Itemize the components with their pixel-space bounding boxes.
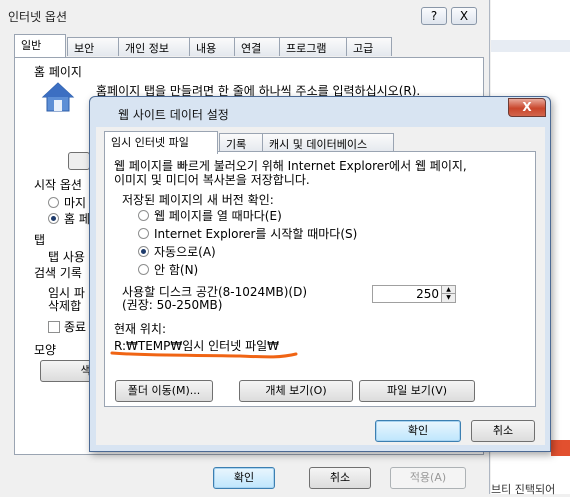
startup-option-label: 홈 페 — [64, 212, 90, 226]
radio-label: 자동으로(A) — [154, 245, 216, 259]
apply-button[interactable]: 적용(A) — [390, 467, 466, 489]
tab-content[interactable]: 내용 — [189, 37, 235, 56]
window-title: 인터넷 옵션 — [8, 10, 68, 24]
tabs-group-label: 탭 — [34, 233, 46, 247]
radio-label: Internet Explorer를 시작할 때마다(S) — [154, 227, 358, 241]
highlight-underline — [110, 351, 298, 359]
dialog-tab-bar: 임시 인터넷 파일 기록 캐시 및 데이터베이스 — [104, 131, 534, 154]
dialog-title: 웹 사이트 데이터 설정 — [118, 108, 229, 122]
radio-never[interactable] — [138, 264, 149, 275]
tab-caches-databases[interactable]: 캐시 및 데이터베이스 — [262, 133, 394, 152]
tab-general[interactable]: 일반 — [14, 34, 66, 57]
truncated-text: 브티 진택되어 — [491, 483, 556, 496]
tab-bar: 일반 보안 개인 정보 내용 연결 프로그램 고급 — [14, 34, 484, 58]
disk-space-value: 250 — [416, 287, 439, 301]
history-group-label: 검색 기록 — [34, 266, 82, 280]
spinner-down-icon[interactable]: ▼ — [441, 294, 455, 302]
delete-on-exit-checkbox[interactable] — [48, 321, 60, 333]
startup-radio-last[interactable] — [48, 197, 59, 208]
dialog-ok-button[interactable]: 확인 — [375, 420, 461, 442]
startup-option-label: 마지 — [64, 196, 87, 210]
background-strip — [491, 40, 570, 52]
radio-every-visit[interactable] — [138, 210, 149, 221]
radio-label: 웹 페이지를 열 때마다(E) — [154, 209, 282, 223]
temp-files-panel — [104, 151, 536, 407]
tab-history[interactable]: 기록 — [219, 133, 263, 152]
tab-temporary-internet-files[interactable]: 임시 인터넷 파일 — [104, 131, 218, 154]
dialog-body: 임시 인터넷 파일 기록 캐시 및 데이터베이스 웹 페이지를 빠르게 불러오기… — [96, 127, 545, 445]
current-location-label: 현재 위치: — [114, 322, 167, 336]
tab-security[interactable]: 보안 — [67, 37, 119, 56]
move-folder-button[interactable]: 폴더 이동(M)... — [115, 380, 213, 402]
delete-on-exit-label: 종료 — [64, 320, 87, 334]
cancel-button[interactable]: 취소 — [309, 467, 371, 489]
close-button[interactable]: X — [451, 7, 477, 25]
website-data-settings-dialog: 웹 사이트 데이터 설정 X 임시 인터넷 파일 기록 캐시 및 데이터베이스 … — [89, 96, 551, 452]
history-description: 삭제합 — [48, 299, 82, 313]
home-icon — [40, 80, 76, 114]
dialog-cancel-button[interactable]: 취소 — [471, 420, 535, 442]
red-marker — [551, 440, 570, 456]
disk-space-spinner[interactable]: 250 ▲ ▼ — [372, 285, 456, 303]
view-files-button[interactable]: 파일 보기(V) — [359, 380, 475, 402]
homepage-group-label: 홈 페이지 — [34, 65, 82, 79]
tab-privacy[interactable]: 개인 정보 — [118, 37, 190, 56]
close-icon[interactable]: X — [508, 98, 546, 117]
view-objects-button[interactable]: 개체 보기(O) — [239, 380, 353, 402]
homepage-button-partial[interactable] — [68, 152, 90, 170]
help-button[interactable]: ? — [421, 7, 447, 25]
tab-advanced[interactable]: 고급 — [346, 37, 392, 56]
tab-connections[interactable]: 연결 — [234, 37, 280, 56]
check-newer-versions-label: 저장된 페이지의 새 버전 확인: — [122, 193, 274, 207]
radio-label: 안 함(N) — [154, 263, 199, 277]
disk-space-recommendation: (권장: 50-250MB) — [122, 298, 223, 312]
radio-every-start[interactable] — [138, 228, 149, 239]
appearance-group-label: 모양 — [34, 343, 57, 357]
ok-button[interactable]: 확인 — [213, 467, 275, 489]
startup-group-label: 시작 옵션 — [34, 178, 82, 192]
description-line: 이미지 및 미디어 복사본을 저장합니다. — [114, 173, 310, 187]
radio-automatically[interactable] — [138, 246, 149, 257]
tabs-description: 탭 사용 — [48, 250, 85, 264]
startup-radio-home[interactable] — [48, 213, 59, 224]
spinner-up-icon[interactable]: ▲ — [441, 286, 455, 294]
tab-programs[interactable]: 프로그램 — [279, 37, 347, 56]
